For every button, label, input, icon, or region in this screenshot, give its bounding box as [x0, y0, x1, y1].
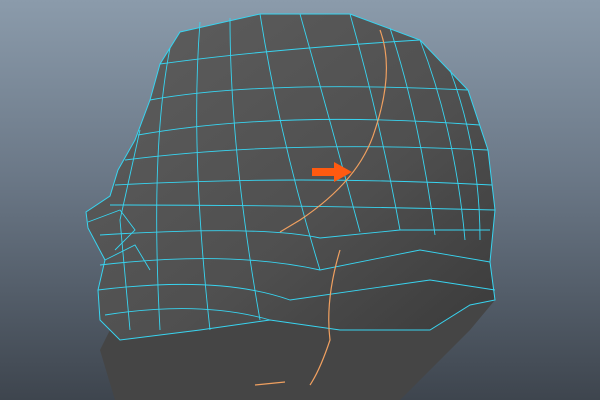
- head-model[interactable]: [0, 0, 600, 400]
- 3d-viewport[interactable]: [0, 0, 600, 400]
- head-mesh: [85, 13, 496, 341]
